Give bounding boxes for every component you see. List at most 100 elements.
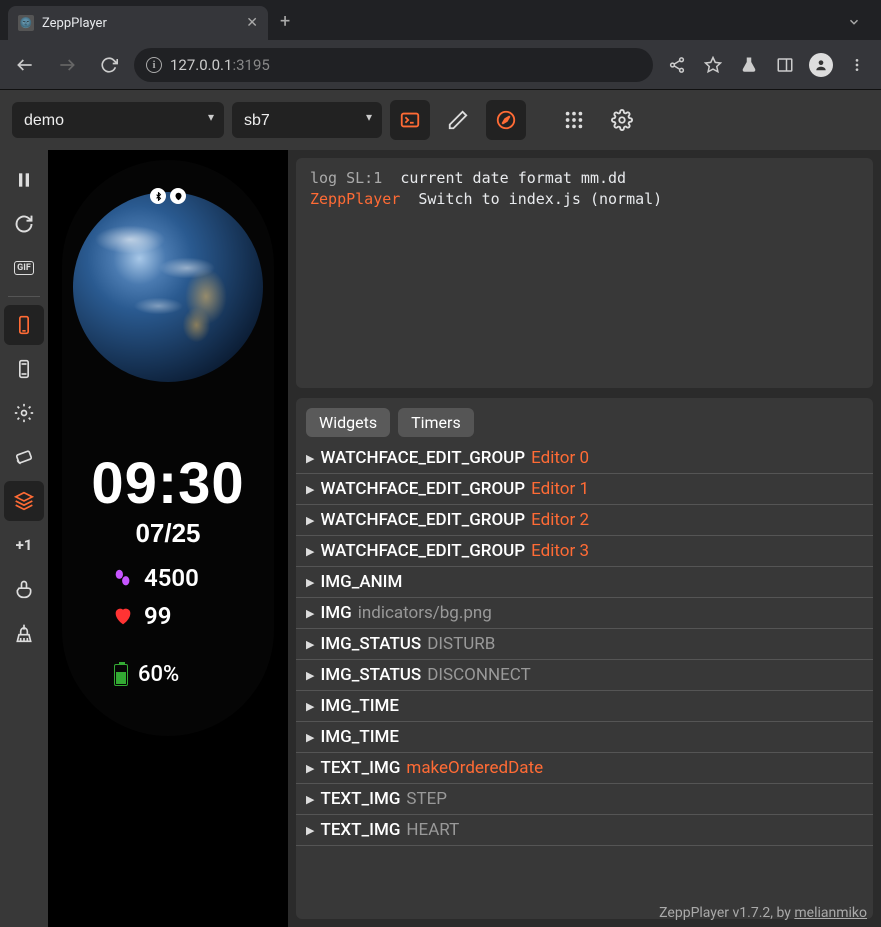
widget-detail: Editor 2 — [531, 510, 589, 530]
reload-button[interactable] — [4, 204, 44, 244]
widget-name: IMG_ANIM — [320, 572, 402, 592]
widget-name: WATCHFACE_EDIT_GROUP — [320, 479, 525, 499]
widget-detail: DISCONNECT — [427, 665, 531, 685]
console-panel[interactable]: log SL:1 current date format mm.dd ZeppP… — [296, 158, 873, 388]
widget-name: TEXT_IMG — [320, 758, 400, 778]
battery-value: 60% — [138, 662, 179, 687]
apps-grid-button[interactable] — [554, 100, 594, 140]
footer: ZeppPlayer v1.7.2, by melianmiko — [659, 905, 867, 921]
steps-value: 4500 — [144, 564, 199, 592]
widget-detail: HEART — [406, 820, 459, 840]
widget-row[interactable]: ▶TEXT_IMG STEP — [296, 784, 873, 815]
widget-list[interactable]: ▶WATCHFACE_EDIT_GROUP Editor 0▶WATCHFACE… — [296, 443, 873, 919]
browser-tabbar: 🌚 ZeppPlayer ✕ + — [0, 0, 881, 40]
device-alt-button[interactable] — [4, 349, 44, 389]
widget-name: TEXT_IMG — [320, 789, 400, 809]
watch-frame[interactable]: 09:30 07/25 4500 99 60% — [62, 160, 274, 736]
widget-row[interactable]: ▶WATCHFACE_EDIT_GROUP Editor 1 — [296, 474, 873, 505]
widget-detail: makeOrderedDate — [406, 758, 543, 778]
widget-row[interactable]: ▶WATCHFACE_EDIT_GROUP Editor 3 — [296, 536, 873, 567]
url-host: 127.0.0.1 — [170, 56, 232, 74]
widget-row[interactable]: ▶ IMG_TIME — [296, 691, 873, 722]
expand-icon: ▶ — [306, 576, 314, 589]
edit-button[interactable] — [438, 100, 478, 140]
layers-button[interactable] — [4, 481, 44, 521]
inspector-panel: Widgets Timers ▶WATCHFACE_EDIT_GROUP Edi… — [296, 398, 873, 919]
watchface-preview: 09:30 07/25 4500 99 60% — [48, 150, 288, 927]
widget-name: WATCHFACE_EDIT_GROUP — [320, 510, 525, 530]
favicon-icon: 🌚 — [18, 15, 34, 31]
tab-title: ZeppPlayer — [42, 16, 238, 31]
shift-button[interactable]: +1 — [4, 525, 44, 565]
touch-button[interactable] — [4, 569, 44, 609]
widget-row[interactable]: ▶ IMG_STATUS DISCONNECT — [296, 660, 873, 691]
expand-icon: ▶ — [306, 700, 314, 713]
url-port: :3195 — [232, 56, 269, 74]
clean-button[interactable] — [4, 613, 44, 653]
expand-icon: ▶ — [306, 452, 314, 465]
widget-row[interactable]: ▶ TEXT_IMG HEART — [296, 815, 873, 846]
author-link[interactable]: melianmiko — [794, 905, 867, 921]
console-toggle-button[interactable] — [390, 100, 430, 140]
profile-button[interactable] — [805, 49, 837, 81]
sidepanel-button[interactable] — [769, 49, 801, 81]
expand-icon: ▶ — [306, 731, 314, 744]
close-tab-button[interactable]: ✕ — [246, 15, 258, 31]
settings-button[interactable] — [602, 100, 642, 140]
labs-button[interactable] — [733, 49, 765, 81]
widget-name: IMG_TIME — [320, 727, 399, 747]
expand-icon: ▶ — [306, 762, 314, 775]
pause-button[interactable] — [4, 160, 44, 200]
nav-reload-button[interactable] — [92, 48, 126, 82]
side-toolbar: GIF +1 — [0, 150, 48, 927]
site-info-icon[interactable]: i — [146, 57, 162, 73]
bookmark-button[interactable] — [697, 49, 729, 81]
widget-name: TEXT_IMG — [320, 820, 400, 840]
widget-detail: indicators/bg.png — [358, 603, 492, 623]
tab-widgets[interactable]: Widgets — [306, 408, 390, 437]
widget-detail: STEP — [406, 789, 447, 809]
widget-name: IMG_STATUS — [320, 665, 421, 685]
nav-back-button[interactable] — [8, 48, 42, 82]
expand-icon: ▶ — [306, 607, 314, 620]
widget-row[interactable]: ▶ TEXT_IMG makeOrderedDate — [296, 753, 873, 784]
widget-row[interactable]: ▶ IMG_ANIM — [296, 567, 873, 598]
widget-row[interactable]: ▶ IMG_TIME — [296, 722, 873, 753]
app-root: demo sb7 — [0, 90, 881, 927]
widget-name: WATCHFACE_EDIT_GROUP — [320, 541, 525, 561]
bluetooth-icon — [150, 188, 166, 204]
widget-row[interactable]: ▶WATCHFACE_EDIT_GROUP Editor 2 — [296, 505, 873, 536]
widget-name: IMG_STATUS — [320, 634, 421, 654]
tab-dropdown-button[interactable] — [835, 7, 873, 40]
expand-icon: ▶ — [306, 824, 314, 837]
expand-icon: ▶ — [306, 669, 314, 682]
explore-button[interactable] — [486, 100, 526, 140]
rotate-button[interactable] — [4, 437, 44, 477]
widget-name: IMG_TIME — [320, 696, 399, 716]
browser-menu-button[interactable] — [841, 49, 873, 81]
widget-row[interactable]: ▶ IMG indicators/bg.png — [296, 598, 873, 629]
tab-timers[interactable]: Timers — [398, 408, 474, 437]
nav-forward-button[interactable] — [50, 48, 84, 82]
device-frame-button[interactable] — [4, 305, 44, 345]
browser-tab[interactable]: 🌚 ZeppPlayer ✕ — [8, 6, 268, 40]
widget-name: IMG — [320, 603, 351, 623]
device-select[interactable]: sb7 — [232, 102, 382, 138]
expand-icon: ▶ — [306, 638, 314, 651]
widget-row[interactable]: ▶ IMG_STATUS DISTURB — [296, 629, 873, 660]
heart-icon — [112, 605, 134, 627]
new-tab-button[interactable]: + — [268, 3, 302, 40]
gif-icon: GIF — [14, 261, 34, 275]
project-select[interactable]: demo — [12, 102, 224, 138]
dnd-icon — [170, 188, 186, 204]
watch-time: 09:30 — [62, 450, 274, 517]
app-toolbar: demo sb7 — [0, 90, 881, 150]
expand-icon: ▶ — [306, 545, 314, 558]
share-button[interactable] — [661, 49, 693, 81]
side-settings-button[interactable] — [4, 393, 44, 433]
url-input[interactable]: i 127.0.0.1:3195 — [134, 48, 653, 82]
gif-capture-button[interactable]: GIF — [4, 248, 44, 288]
earth-image — [73, 192, 263, 382]
widget-detail: DISTURB — [427, 634, 495, 654]
widget-row[interactable]: ▶WATCHFACE_EDIT_GROUP Editor 0 — [296, 443, 873, 474]
